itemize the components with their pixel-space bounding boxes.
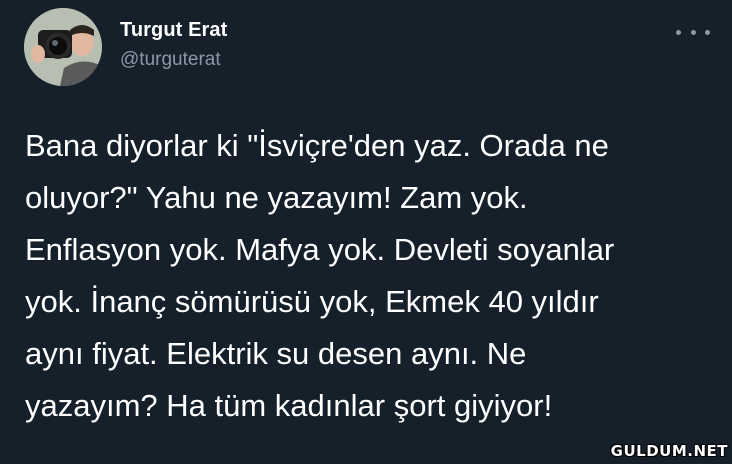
ellipsis-icon[interactable] [676, 20, 710, 44]
author-handle[interactable]: @turguterat [120, 49, 221, 71]
watermark: GULDUM.NET [610, 442, 728, 460]
dot [676, 29, 681, 35]
tweet-text: Bana diyorlar ki "İsviçre'den yaz. Orada… [25, 120, 715, 432]
avatar[interactable] [24, 8, 102, 86]
dot [690, 29, 696, 35]
tweet-text-line: yazayım? Ha tüm kadınlar şort giyiyor! [25, 388, 553, 423]
author-name[interactable]: Turgut Erat [120, 19, 227, 42]
photographer-avatar-icon [24, 8, 102, 86]
tweet-text-line: aynı fiyat. Elektrik su desen aynı. Ne [25, 336, 527, 371]
tweet-text-line: yok. İnanç sömürüsü yok, Ekmek 40 yıldır [25, 284, 599, 319]
tweet-text-line: Enflasyon yok. Mafya yok. Devleti soyanl… [25, 232, 615, 267]
tweet-card: Turgut Erat @turguterat Bana diyorlar ki… [0, 0, 732, 464]
dot [705, 29, 710, 35]
tweet-text-line: oluyor?" Yahu ne yazayım! Zam yok. [25, 180, 528, 215]
tweet-text-line: Bana diyorlar ki "İsviçre'den yaz. Orada… [25, 128, 609, 163]
